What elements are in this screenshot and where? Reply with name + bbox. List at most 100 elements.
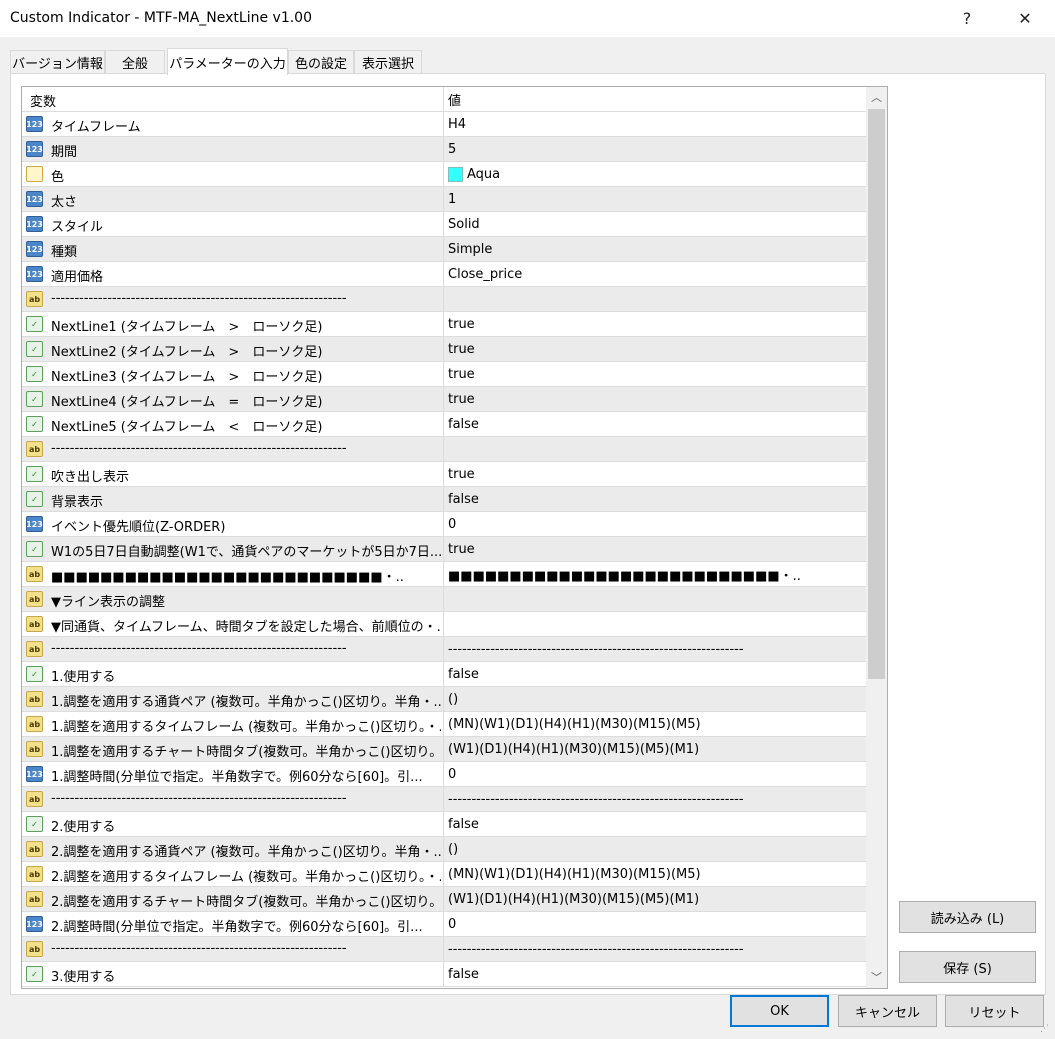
parameter-value-cell[interactable]: false [448,962,866,986]
parameter-value-cell[interactable]: 1 [448,187,866,211]
parameter-name-cell[interactable]: ab ▼ライン表示の調整 [22,587,444,611]
parameter-name-cell[interactable]: 123 イベント優先順位(Z-ORDER) [22,512,444,536]
parameter-name-cell[interactable]: ✓ 1.使用する [22,662,444,686]
header-name-cell[interactable]: 変数 [22,87,444,111]
parameter-value-cell[interactable]: true [448,537,866,561]
parameter-value-cell[interactable] [448,587,866,611]
scroll-down-arrow-icon[interactable]: ﹀ [866,967,887,987]
cancel-button[interactable]: キャンセル [838,995,937,1027]
parameter-name-cell[interactable]: ✓ NextLine4 (タイムフレーム = ローソク足) [22,387,444,411]
parameter-name-cell[interactable]: ab ■■■■■■■■■■■■■■■■■■■■■■■■■■■・.. [22,562,444,586]
parameter-value-cell[interactable]: 0 [448,762,866,786]
parameter-name-cell[interactable]: 123 タイムフレーム [22,112,444,136]
parameter-name-cell[interactable]: ab --------------------------------------… [22,937,444,961]
parameter-name-cell[interactable]: ab --------------------------------------… [22,437,444,461]
parameter-row[interactable]: ab --------------------------------------… [22,287,866,312]
parameter-value-cell[interactable]: false [448,662,866,686]
header-value-cell[interactable]: 値 [448,87,866,111]
save-button[interactable]: 保存 (S) [899,951,1036,983]
parameter-name-cell[interactable]: ✓ 吹き出し表示 [22,462,444,486]
parameter-name-cell[interactable]: ab 1.調整を適用するタイムフレーム (複数可。半角かっこ()区切り。・.. [22,712,444,736]
parameter-row[interactable]: ab 2.調整を適用するチャート時間タブ(複数可。半角かっこ()区切り。... (W… [22,887,866,912]
parameter-value-cell[interactable]: (MN)(W1)(D1)(H4)(H1)(M30)(M15)(M5) [448,712,866,736]
parameter-row[interactable]: ab --------------------------------------… [22,937,866,962]
parameter-row[interactable]: ✓ 3.使用する false [22,962,866,987]
ok-button[interactable]: OK [730,995,829,1027]
parameter-row[interactable]: 123 イベント優先順位(Z-ORDER) 0 [22,512,866,537]
tab-colors[interactable]: 色の設定 [288,50,354,74]
resize-grip-icon[interactable]: ⋰ [1040,1024,1052,1036]
tab-visualization[interactable]: 表示選択 [354,50,422,74]
parameter-name-cell[interactable]: ✓ NextLine2 (タイムフレーム > ローソク足) [22,337,444,361]
parameter-value-cell[interactable]: true [448,462,866,486]
parameter-name-cell[interactable]: 123 種類 [22,237,444,261]
vertical-scrollbar[interactable]: ︿ ﹀ [866,87,887,988]
parameter-value-cell[interactable]: true [448,387,866,411]
parameter-value-cell[interactable]: false [448,487,866,511]
parameter-value-cell[interactable]: Close_price [448,262,866,286]
parameter-row[interactable]: ✓ 背景表示 false [22,487,866,512]
parameter-value-cell[interactable]: () [448,687,866,711]
parameter-value-cell[interactable]: (W1)(D1)(H4)(H1)(M30)(M15)(M5)(M1) [448,887,866,911]
load-button[interactable]: 読み込み (L) [899,901,1036,933]
parameter-value-cell[interactable] [448,612,866,636]
parameter-value-cell[interactable]: () [448,837,866,861]
reset-button[interactable]: リセット [945,995,1044,1027]
parameter-name-cell[interactable]: ✓ NextLine1 (タイムフレーム > ローソク足) [22,312,444,336]
tab-general[interactable]: 全般 [105,50,165,74]
parameter-row[interactable]: ✓ 1.使用する false [22,662,866,687]
parameter-value-cell[interactable]: (MN)(W1)(D1)(H4)(H1)(M30)(M15)(M5) [448,862,866,886]
parameter-value-cell[interactable]: 0 [448,912,866,936]
parameter-value-cell[interactable]: ----------------------------------------… [448,937,866,961]
parameter-name-cell[interactable]: 色 [22,162,444,186]
parameter-value-cell[interactable]: 0 [448,512,866,536]
parameter-name-cell[interactable]: ab 2.調整を適用するタイムフレーム (複数可。半角かっこ()区切り。・.. [22,862,444,886]
parameter-value-cell[interactable]: true [448,337,866,361]
parameter-name-cell[interactable]: ab 1.調整を適用する通貨ペア (複数可。半角かっこ()区切り。半角・.. [22,687,444,711]
parameter-name-cell[interactable]: ab --------------------------------------… [22,287,444,311]
scroll-up-arrow-icon[interactable]: ︿ [866,87,887,107]
parameter-value-cell[interactable]: Solid [448,212,866,236]
parameter-value-cell[interactable]: Aqua [448,162,866,186]
parameter-value-cell[interactable]: ----------------------------------------… [448,787,866,811]
parameter-value-cell[interactable]: H4 [448,112,866,136]
parameter-value-cell[interactable]: true [448,312,866,336]
parameter-row[interactable]: 色 Aqua [22,162,866,187]
parameter-row[interactable]: ab ▼同通貨、タイムフレーム、時間タブを設定した場合、前順位の・.. [22,612,866,637]
parameter-name-cell[interactable]: 123 2.調整時間(分単位で指定。半角数字で。例60分なら[60]。引... [22,912,444,936]
parameter-row[interactable]: ab ▼ライン表示の調整 [22,587,866,612]
parameter-value-cell[interactable] [448,437,866,461]
parameter-row[interactable]: ✓ NextLine5 (タイムフレーム < ローソク足) false [22,412,866,437]
parameter-row[interactable]: ✓ NextLine2 (タイムフレーム > ローソク足) true [22,337,866,362]
help-button[interactable]: ? [944,0,990,37]
parameter-row[interactable]: 123 期間 5 [22,137,866,162]
parameter-row[interactable]: ✓ NextLine4 (タイムフレーム = ローソク足) true [22,387,866,412]
parameter-row[interactable]: ✓ W1の5日7日自動調整(W1で、通貨ペアのマーケットが5日か7日... true [22,537,866,562]
parameter-name-cell[interactable]: ab 2.調整を適用するチャート時間タブ(複数可。半角かっこ()区切り。... [22,887,444,911]
parameter-row[interactable]: ✓ 吹き出し表示 true [22,462,866,487]
parameter-value-cell[interactable]: Simple [448,237,866,261]
parameter-value-cell[interactable]: 5 [448,137,866,161]
parameter-row[interactable]: ✓ NextLine3 (タイムフレーム > ローソク足) true [22,362,866,387]
parameter-name-cell[interactable]: ✓ NextLine5 (タイムフレーム < ローソク足) [22,412,444,436]
parameter-row[interactable]: ✓ 2.使用する false [22,812,866,837]
parameter-value-cell[interactable]: (W1)(D1)(H4)(H1)(M30)(M15)(M5)(M1) [448,737,866,761]
parameter-row[interactable]: 123 2.調整時間(分単位で指定。半角数字で。例60分なら[60]。引... 0 [22,912,866,937]
parameter-row[interactable]: 123 太さ 1 [22,187,866,212]
parameter-row[interactable]: 123 1.調整時間(分単位で指定。半角数字で。例60分なら[60]。引... 0 [22,762,866,787]
parameter-row[interactable]: ab 2.調整を適用する通貨ペア (複数可。半角かっこ()区切り。半角・.. () [22,837,866,862]
parameter-name-cell[interactable]: ab --------------------------------------… [22,637,444,661]
parameter-row[interactable]: 123 種類 Simple [22,237,866,262]
parameter-row[interactable]: ab 1.調整を適用するチャート時間タブ(複数可。半角かっこ()区切り。... (W… [22,737,866,762]
parameter-name-cell[interactable]: ab 2.調整を適用する通貨ペア (複数可。半角かっこ()区切り。半角・.. [22,837,444,861]
parameter-name-cell[interactable]: ab 1.調整を適用するチャート時間タブ(複数可。半角かっこ()区切り。... [22,737,444,761]
parameter-value-cell[interactable]: ■■■■■■■■■■■■■■■■■■■■■■■■■■■・.. [448,562,866,586]
parameter-name-cell[interactable]: 123 太さ [22,187,444,211]
parameter-name-cell[interactable]: ✓ NextLine3 (タイムフレーム > ローソク足) [22,362,444,386]
parameter-row[interactable]: ab 1.調整を適用する通貨ペア (複数可。半角かっこ()区切り。半角・.. () [22,687,866,712]
parameter-name-cell[interactable]: ✓ 2.使用する [22,812,444,836]
parameter-name-cell[interactable]: 123 スタイル [22,212,444,236]
parameter-value-cell[interactable]: false [448,812,866,836]
parameter-row[interactable]: ab --------------------------------------… [22,637,866,662]
parameter-value-cell[interactable]: ----------------------------------------… [448,637,866,661]
